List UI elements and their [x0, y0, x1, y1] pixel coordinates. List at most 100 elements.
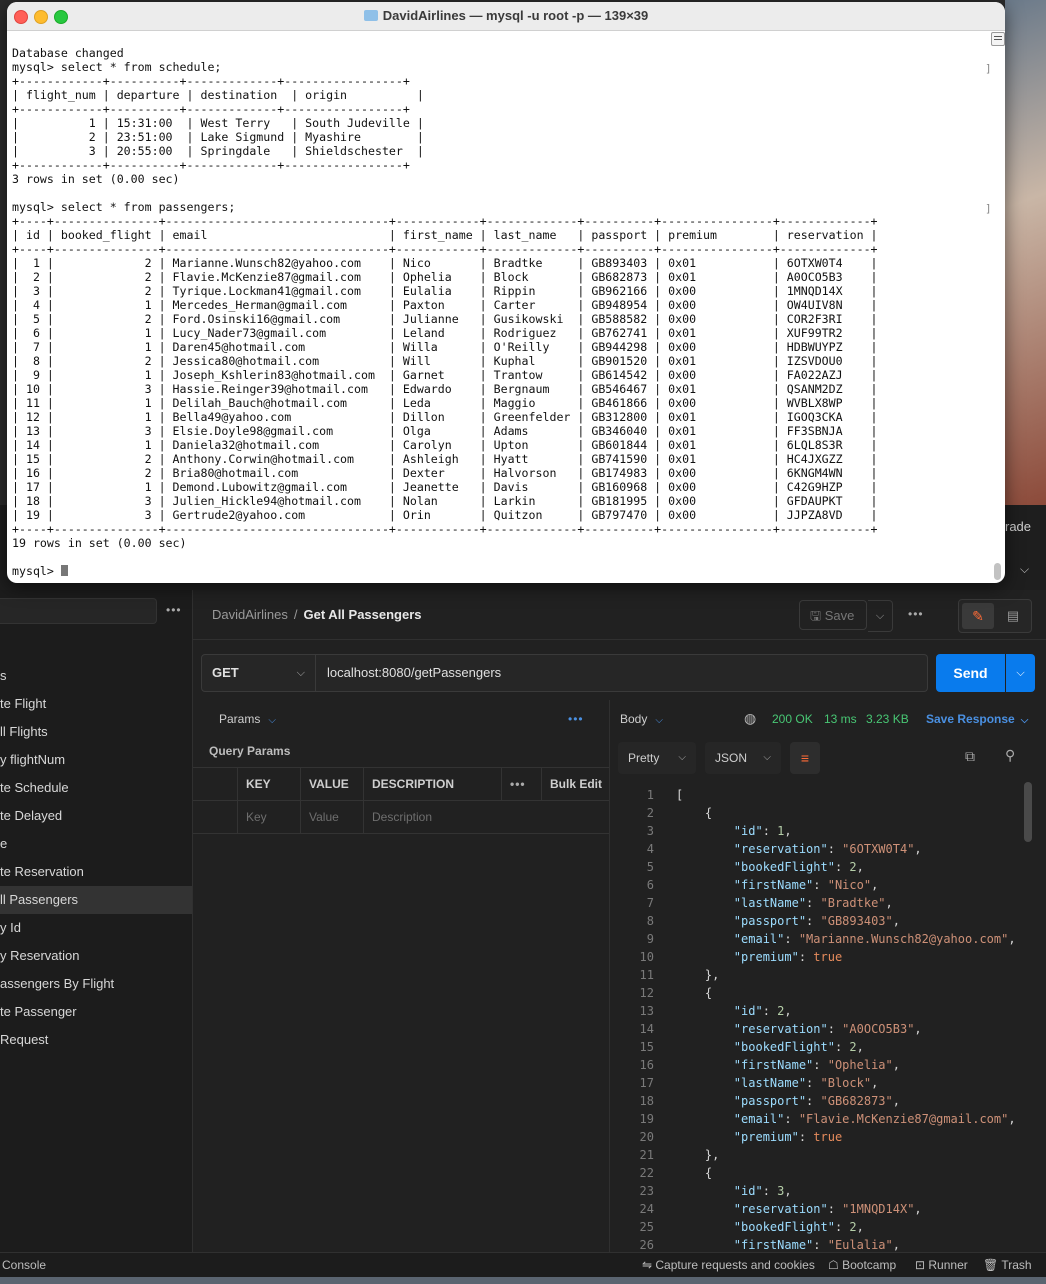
value-input[interactable]: Value [300, 801, 363, 833]
more-icon[interactable]: ••• [908, 607, 924, 621]
line-number: 18 [639, 1094, 654, 1108]
terminal-titlebar[interactable]: DavidAirlines — mysql -u root -p — 139×3… [7, 2, 1005, 31]
response-time[interactable]: 13 ms [824, 712, 857, 726]
save-response-button[interactable]: Save Response ⌵ [926, 712, 1028, 726]
more-icon[interactable]: ••• [568, 712, 584, 726]
sidebar-item[interactable]: e [0, 830, 192, 858]
line-number: 24 [639, 1202, 654, 1216]
more-icon[interactable]: ••• [501, 768, 541, 800]
line-number: 20 [639, 1130, 654, 1144]
runner-label: Runner [928, 1258, 968, 1272]
line-number: 12 [639, 986, 654, 1000]
save-button[interactable]: 🖫 Save [799, 600, 867, 630]
terminal-line: | 2 | 23:51:00 | Lake Sigmund | Myashire… [12, 130, 424, 144]
chevron-down-icon: ⌵ [655, 715, 663, 726]
line-number: 25 [639, 1220, 654, 1234]
sidebar-item[interactable]: te Schedule [0, 774, 192, 802]
chevron-down-icon[interactable]: ⌵ [1020, 562, 1029, 577]
terminal-output[interactable]: Database changed mysql> select * from sch… [12, 46, 987, 578]
tab-body[interactable]: Body ⌵ [620, 712, 663, 726]
edit-icon[interactable]: ✎ [962, 603, 994, 629]
sidebar-item[interactable]: ll Flights [0, 718, 192, 746]
terminal-line: | 8 | 2 | Jessica80@hotmail.com | Will |… [12, 354, 878, 368]
status-badge[interactable]: 200 OK [772, 712, 813, 726]
sidebar-item[interactable]: te Delayed [0, 802, 192, 830]
sidebar-search-input[interactable] [0, 598, 157, 624]
trash-icon: 🗑 [983, 1258, 1002, 1272]
line-number: 17 [639, 1076, 654, 1090]
line-number: 23 [639, 1184, 654, 1198]
url-input[interactable]: localhost:8080/getPassengers [316, 654, 928, 692]
code-line: 11 }, [610, 966, 1046, 984]
more-icon[interactable]: ••• [166, 603, 182, 617]
sidebar-item[interactable]: assengers By Flight [0, 970, 192, 998]
sidebar-item[interactable]: te Reservation [0, 858, 192, 886]
method-label: GET [212, 665, 239, 680]
console-button[interactable]: Console [2, 1258, 46, 1272]
terminal-line: | 6 | 1 | Lucy_Nader73@gmail.com | Lelan… [12, 326, 878, 340]
code-text: "premium": true [733, 950, 843, 964]
sidebar-item[interactable]: Request [0, 1026, 192, 1054]
chevron-down-icon: ⌵ [268, 715, 276, 726]
comment-icon[interactable]: ▤ [999, 603, 1027, 629]
sidebar-item[interactable]: ll Passengers [0, 886, 192, 914]
terminal-line: | 12 | 1 | Bella49@yahoo.com | Dillon | … [12, 410, 878, 424]
chevron-down-icon: ⌵ [763, 752, 771, 763]
line-number: 8 [646, 914, 654, 928]
terminal-prompt-line[interactable]: mysql> [12, 564, 987, 578]
wrap-icon[interactable]: ≡ [790, 742, 820, 774]
terminal-line: | 14 | 1 | Daniela32@hotmail.com | Carol… [12, 438, 878, 452]
capture-button[interactable]: ⇋ Capture requests and cookies [642, 1258, 815, 1272]
response-scrollbar[interactable] [1024, 772, 1032, 1160]
code-text: "email": "Marianne.Wunsch82@yahoo.com", [733, 932, 1016, 946]
chevron-down-icon: ⌵ [678, 752, 686, 763]
response-size[interactable]: 3.23 KB [866, 712, 909, 726]
terminal-window[interactable]: DavidAirlines — mysql -u root -p — 139×3… [7, 2, 1005, 583]
terminal-line: +----+---------------+------------------… [12, 522, 878, 536]
sidebar-item[interactable]: y flightNum [0, 746, 192, 774]
window-title: DavidAirlines — mysql -u root -p — 139×3… [7, 8, 1005, 23]
key-input[interactable]: Key [237, 801, 300, 833]
bulk-edit-button[interactable]: Bulk Edit [541, 768, 609, 800]
tab-params-label: Params [219, 712, 261, 726]
globe-icon[interactable]: ◍ [744, 710, 756, 727]
sidebar-item[interactable]: s [0, 662, 192, 690]
collection-sidebar: ••• s te Flight ll Flights y flightNum te Sc… [0, 590, 193, 1252]
breadcrumb-request[interactable]: Get All Passengers [304, 607, 422, 622]
sidebar-item[interactable]: te Passenger [0, 998, 192, 1026]
upgrade-button[interactable]: rade [1005, 519, 1031, 534]
method-select[interactable]: GET ⌵ [201, 654, 316, 692]
code-text: "firstName": "Eulalia", [733, 1238, 900, 1252]
terminal-scrollbar-thumb[interactable] [994, 563, 1001, 580]
description-input[interactable]: Description [363, 801, 501, 833]
response-body-code[interactable]: 1[2 {3 "id": 1, 4 "reservation": "6OTXW0T… [610, 786, 1046, 1252]
trash-button[interactable]: 🗑 Trash [983, 1258, 1032, 1272]
request-workspace: DavidAirlines / Get All Passengers 🖫 Save … [193, 590, 1046, 1252]
runner-button[interactable]: ⊡ Runner [915, 1258, 968, 1272]
terminal-line: | 3 | 20:55:00 | Springdale | Shieldsche… [12, 144, 424, 158]
code-line: 16 "firstName": "Ophelia", [610, 1056, 1046, 1074]
breadcrumb-collection[interactable]: DavidAirlines [212, 607, 288, 622]
send-button[interactable]: Send [936, 654, 1005, 692]
terminal-line: Database changed [12, 46, 124, 60]
tab-params[interactable]: Params ⌵ [219, 712, 276, 726]
sidebar-item[interactable]: te Flight [0, 690, 192, 718]
copy-icon[interactable]: ⧉ [965, 748, 975, 765]
bootcamp-label: Bootcamp [842, 1258, 897, 1272]
table-header-row: KEY VALUE DESCRIPTION ••• Bulk Edit [193, 768, 609, 801]
sidebar-item[interactable]: y Reservation [0, 942, 192, 970]
bootcamp-button[interactable]: ☖ Bootcamp [828, 1258, 896, 1272]
language-select[interactable]: JSON ⌵ [705, 742, 781, 774]
send-options-button[interactable]: ⌵ [1006, 654, 1035, 692]
scroll-menu-icon[interactable] [991, 32, 1005, 46]
save-options-button[interactable]: ⌵ [868, 600, 893, 632]
code-text: }, [676, 1148, 720, 1162]
scrollbar-thumb[interactable] [1024, 782, 1032, 842]
search-icon[interactable]: ⚲ [1005, 747, 1015, 764]
terminal-line: mysql> select * from schedule; [12, 60, 222, 74]
code-line: 1[ [610, 786, 1046, 804]
terminal-line: | id | booked_flight | email | first_nam… [12, 228, 878, 242]
line-number: 10 [639, 950, 654, 964]
format-select[interactable]: Pretty ⌵ [618, 742, 696, 774]
sidebar-item[interactable]: y Id [0, 914, 192, 942]
